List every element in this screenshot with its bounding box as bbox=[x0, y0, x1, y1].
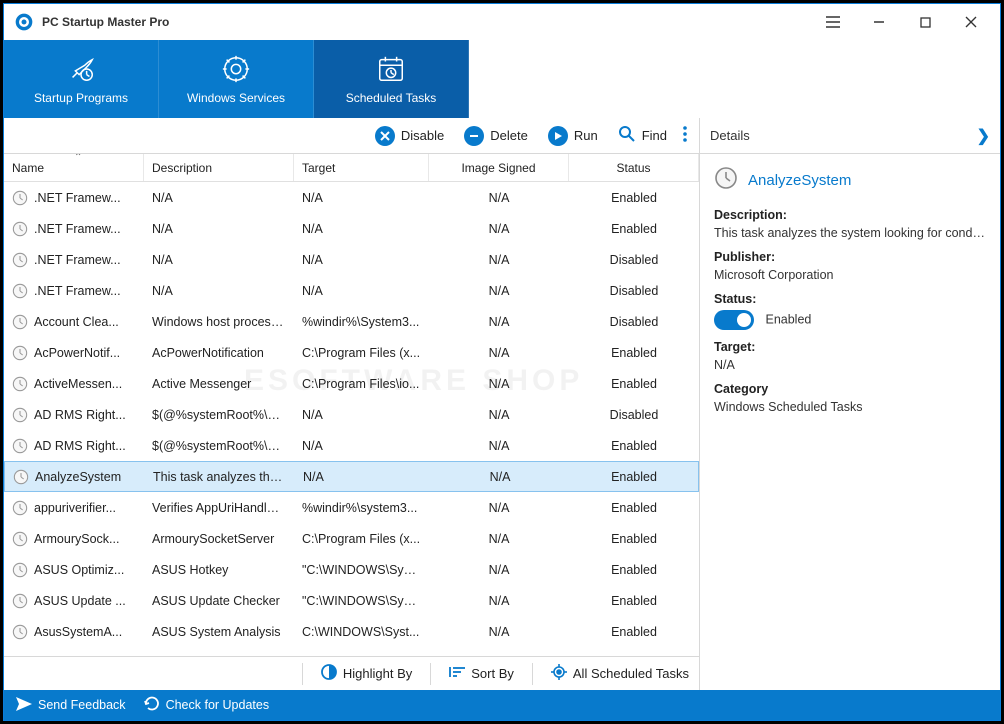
app-title: PC Startup Master Pro bbox=[42, 15, 810, 29]
highlight-icon bbox=[321, 664, 337, 683]
check-updates-button[interactable]: Check for Updates bbox=[144, 696, 270, 715]
content-area: Disable Delete Run Find bbox=[4, 118, 1000, 690]
details-pub-label: Publisher: bbox=[714, 250, 986, 264]
find-button[interactable]: Find bbox=[608, 120, 677, 152]
details-status-value: Enabled bbox=[714, 310, 986, 330]
delete-button[interactable]: Delete bbox=[454, 120, 538, 152]
table-row[interactable]: .NET Framew...N/AN/AN/ADisabled bbox=[4, 275, 699, 306]
details-desc-value: This task analyzes the system looking fo… bbox=[714, 226, 986, 240]
details-panel: Details ❯ AnalyzeSystem Description: Thi… bbox=[700, 118, 1000, 690]
target-icon bbox=[551, 664, 567, 683]
app-icon bbox=[14, 12, 34, 32]
statusbar: Send Feedback Check for Updates bbox=[4, 690, 1000, 720]
kebab-icon bbox=[683, 126, 687, 145]
send-icon bbox=[16, 697, 32, 714]
sort-indicator-icon: ⌃ bbox=[74, 154, 82, 163]
table-row[interactable]: ASUS Optimiz...ASUS Hotkey"C:\WINDOWS\Sy… bbox=[4, 554, 699, 585]
table-row[interactable]: Account Clea...Windows host process (...… bbox=[4, 306, 699, 337]
details-target-label: Target: bbox=[714, 340, 986, 354]
table-row[interactable]: AcPowerNotif...AcPowerNotificationC:\Pro… bbox=[4, 337, 699, 368]
main-tabs: Startup Programs Windows Services Schedu… bbox=[4, 40, 1000, 118]
col-status[interactable]: Status bbox=[569, 154, 699, 181]
table-row[interactable]: AsusSystemA...ASUS System AnalysisC:\WIN… bbox=[4, 616, 699, 647]
close-button[interactable] bbox=[948, 7, 994, 37]
details-header[interactable]: Details ❯ bbox=[700, 118, 1000, 154]
filter-button[interactable]: All Scheduled Tasks bbox=[551, 664, 689, 683]
table-row[interactable]: AnalyzeSystemThis task analyzes the sy..… bbox=[4, 461, 699, 492]
tab-scheduled-tasks[interactable]: Scheduled Tasks bbox=[314, 40, 469, 118]
table-row[interactable]: AD RMS Right...$(@%systemRoot%\Sys...N/A… bbox=[4, 430, 699, 461]
send-feedback-button[interactable]: Send Feedback bbox=[16, 697, 126, 714]
calendar-clock-icon bbox=[375, 53, 407, 85]
play-icon bbox=[548, 126, 568, 146]
details-desc-label: Description: bbox=[714, 208, 986, 222]
gear-icon bbox=[220, 53, 252, 85]
col-target[interactable]: Target bbox=[294, 154, 429, 181]
table-row[interactable]: ActiveMessen...Active MessengerC:\Progra… bbox=[4, 368, 699, 399]
tab-startup-programs[interactable]: Startup Programs bbox=[4, 40, 159, 118]
rocket-icon bbox=[65, 53, 97, 85]
details-target-value: N/A bbox=[714, 358, 986, 372]
table-row[interactable]: .NET Framew...N/AN/AN/ADisabled bbox=[4, 244, 699, 275]
details-cat-label: Category bbox=[714, 382, 986, 396]
status-toggle[interactable] bbox=[714, 310, 754, 330]
table-row[interactable]: .NET Framew...N/AN/AN/AEnabled bbox=[4, 182, 699, 213]
titlebar: PC Startup Master Pro bbox=[4, 4, 1000, 40]
app-window: PC Startup Master Pro Startup Programs W… bbox=[3, 3, 1001, 721]
disable-button[interactable]: Disable bbox=[365, 120, 454, 152]
col-description[interactable]: Description bbox=[144, 154, 294, 181]
chevron-right-icon: ❯ bbox=[977, 126, 990, 146]
action-toolbar: Disable Delete Run Find bbox=[4, 118, 699, 154]
sort-icon bbox=[449, 665, 465, 682]
hamburger-button[interactable] bbox=[810, 7, 856, 37]
main-panel: Disable Delete Run Find bbox=[4, 118, 700, 690]
table-row[interactable]: ASUS Update ...ASUS Update Checker"C:\WI… bbox=[4, 585, 699, 616]
table-row[interactable]: AD RMS Right...$(@%systemRoot%\Sys...N/A… bbox=[4, 399, 699, 430]
run-button[interactable]: Run bbox=[538, 120, 608, 152]
delete-icon bbox=[464, 126, 484, 146]
search-icon bbox=[618, 125, 636, 146]
more-button[interactable] bbox=[677, 120, 693, 152]
tab-windows-services[interactable]: Windows Services bbox=[159, 40, 314, 118]
minimize-button[interactable] bbox=[856, 7, 902, 37]
refresh-icon bbox=[144, 696, 160, 715]
table-row[interactable]: appuriverifier...Verifies AppUriHandler … bbox=[4, 492, 699, 523]
task-table: ESOFTWARE SHOP ⌃ Name Description Target… bbox=[4, 154, 699, 656]
highlight-by-button[interactable]: Highlight By bbox=[321, 664, 412, 683]
details-title: AnalyzeSystem bbox=[714, 166, 986, 194]
clock-icon bbox=[714, 166, 738, 194]
table-row[interactable]: .NET Framew...N/AN/AN/AEnabled bbox=[4, 213, 699, 244]
table-body[interactable]: .NET Framew...N/AN/AN/AEnabled.NET Frame… bbox=[4, 182, 699, 656]
disable-icon bbox=[375, 126, 395, 146]
details-pub-value: Microsoft Corporation bbox=[714, 268, 986, 282]
table-header: ⌃ Name Description Target Image Signed S… bbox=[4, 154, 699, 182]
details-cat-value: Windows Scheduled Tasks bbox=[714, 400, 986, 414]
table-row[interactable]: ArmourySock...ArmourySocketServerC:\Prog… bbox=[4, 523, 699, 554]
col-signed[interactable]: Image Signed bbox=[429, 154, 569, 181]
sort-by-button[interactable]: Sort By bbox=[449, 665, 514, 682]
details-status-label: Status: bbox=[714, 292, 986, 306]
filter-bar: Highlight By Sort By All Scheduled Tasks bbox=[4, 656, 699, 690]
maximize-button[interactable] bbox=[902, 7, 948, 37]
